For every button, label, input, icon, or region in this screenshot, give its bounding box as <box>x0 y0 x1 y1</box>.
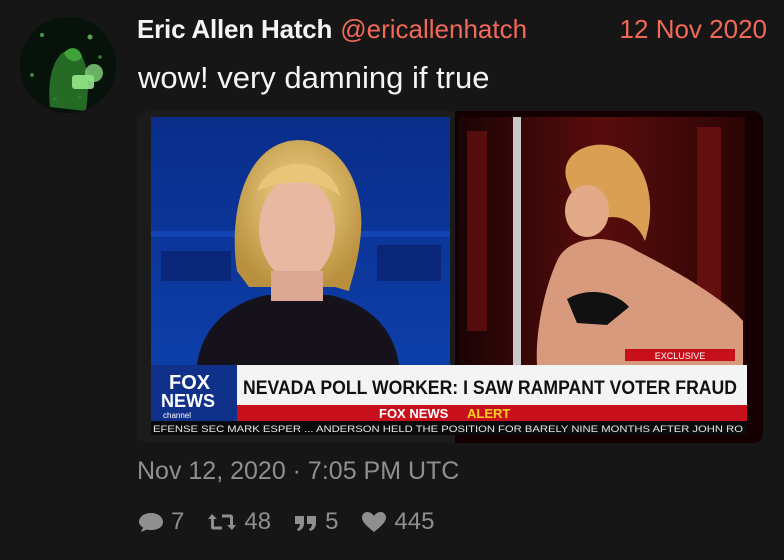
retweet-button[interactable]: 48 <box>206 508 271 536</box>
heart-icon <box>362 512 387 532</box>
tweet-text: wow! very damning if true <box>138 60 490 95</box>
avatar-image <box>20 17 116 113</box>
reply-count: 7 <box>171 508 185 535</box>
author-name[interactable]: Eric Allen Hatch <box>137 14 332 44</box>
avatar[interactable] <box>20 17 116 113</box>
author-handle[interactable]: @ericallenhatch <box>340 14 527 44</box>
tweet-timestamp[interactable]: Nov 12, 2020 · 7:05 PM UTC <box>137 457 459 486</box>
retweet-count: 48 <box>244 508 272 535</box>
reply-icon <box>139 513 163 532</box>
tweet-actions: 7 48 5 445 <box>137 508 456 536</box>
quote-icon <box>295 516 317 531</box>
like-button[interactable]: 445 <box>360 508 434 536</box>
tweet-date-link[interactable]: 12 Nov 2020 <box>620 14 767 45</box>
reply-button[interactable]: 7 <box>137 508 184 536</box>
exclusive-tag: EXCLUSIVE <box>655 351 706 361</box>
quote-count: 5 <box>325 508 339 535</box>
tweet-media[interactable]: EXCLUSIVE FOX NEWS channel NEVADA POLL W… <box>137 111 763 443</box>
alert-word: ALERT <box>467 406 510 421</box>
alert-prefix: FOX NEWS <box>379 406 449 421</box>
news-ticker: EFENSE SEC MARK ESPER ... ANDERSON HELD … <box>153 424 743 434</box>
retweet-icon <box>208 514 237 530</box>
network-logo-sub: channel <box>163 411 191 420</box>
quote-button[interactable]: 5 <box>293 508 338 536</box>
like-count: 445 <box>394 508 435 535</box>
network-logo-bottom: NEWS <box>161 391 215 411</box>
tweet-header: Eric Allen Hatch @ericallenhatch 12 Nov 2… <box>137 14 767 46</box>
media-image: EXCLUSIVE FOX NEWS channel NEVADA POLL W… <box>137 111 763 443</box>
chyron-headline: NEVADA POLL WORKER: I SAW RAMPANT VOTER … <box>243 378 737 399</box>
